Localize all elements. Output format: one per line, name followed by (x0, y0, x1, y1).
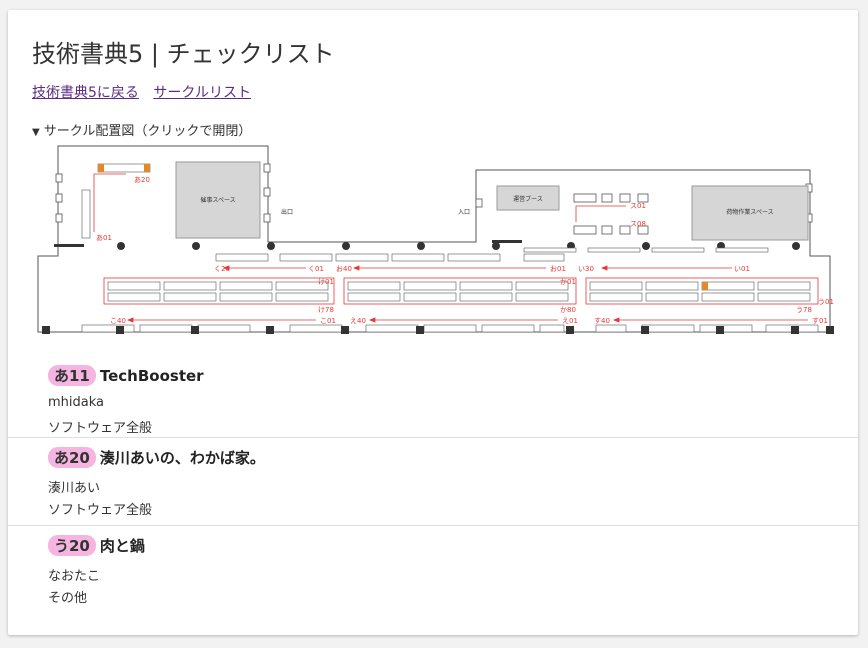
map-label-e40: え40 (350, 317, 366, 325)
circle-author: 湊川あい (48, 481, 101, 496)
space-badge: う20 (48, 535, 96, 556)
circle-author: なおたこ (48, 569, 101, 584)
circle-genre: ソフトウェア全般 (48, 421, 153, 436)
map-toggle[interactable]: ▼ サークル配置図（クリックで開閉） (32, 120, 251, 139)
map-label-i30: い30 (578, 265, 594, 273)
stage-label: 催事スペース (200, 196, 235, 204)
map-label-a20: あ20 (134, 176, 150, 184)
checklist-card: 技術書典5 | チェックリスト 技術書典5に戻る サークルリスト ▼ サークル配置… (8, 10, 858, 635)
map-label-o01: お01 (550, 265, 566, 273)
map-label-o40: お40 (336, 265, 352, 273)
map-label-ku20: く20 (214, 265, 230, 273)
circle-name: 湊川あいの、わかば家。 (99, 449, 265, 467)
sponsor-booth-label: 運営ブース (513, 195, 543, 203)
map-label-su01b: ス01 (630, 202, 646, 210)
map-label-ke78: け78 (318, 306, 334, 314)
circle-genre: その他 (48, 591, 88, 606)
circle-entry[interactable]: あ20 湊川あいの、わかば家。 湊川あい ソフトウェア全般 (8, 437, 858, 526)
circle-list-link[interactable]: サークルリスト (153, 85, 251, 101)
map-label-su08: ス08 (630, 220, 646, 228)
map-label-e01: え01 (562, 317, 578, 325)
map-label-ka80: か80 (560, 306, 576, 314)
space-badge: あ11 (48, 365, 96, 386)
map-label-su40: す40 (594, 317, 610, 325)
circle-entry[interactable]: う20 肉と鍋 なおたこ その他 (8, 525, 858, 615)
back-to-event-link[interactable]: 技術書典5に戻る (32, 85, 139, 101)
map-label-u78: う78 (796, 306, 812, 314)
map-label-ko01: こ01 (320, 317, 336, 325)
floor-map[interactable]: 催事スペース 出口 入口 運営ブース 荷物作業スペース あ20 あ01 ス01 … (36, 144, 838, 334)
map-label-i01: い01 (734, 265, 750, 273)
triangle-down-icon: ▼ (32, 127, 40, 138)
map-label-ku01: く01 (308, 265, 324, 273)
circle-author: mhidaka (48, 395, 104, 410)
cargo-space-label: 荷物作業スペース (726, 208, 773, 216)
circle-name: 肉と鍋 (99, 537, 145, 555)
map-label-a01: あ01 (96, 234, 112, 242)
map-label-ke01: け01 (318, 278, 334, 286)
map-label-ko40: こ40 (110, 317, 126, 325)
space-badge: あ20 (48, 447, 96, 468)
map-toggle-label: サークル配置図（クリックで開閉） (43, 124, 252, 139)
page-title: 技術書典5 | チェックリスト (32, 40, 335, 68)
circle-heading: あ20 湊川あいの、わかば家。 (48, 447, 265, 468)
circle-entry[interactable]: あ11 TechBooster mhidaka ソフトウェア全般 (8, 355, 858, 438)
circle-heading: う20 肉と鍋 (48, 535, 145, 556)
circle-name: TechBooster (99, 367, 204, 385)
map-label-su01: す01 (812, 317, 828, 325)
map-label-ka01: か01 (560, 278, 576, 286)
exit-label: 出口 (281, 208, 293, 216)
circle-heading: あ11 TechBooster (48, 365, 204, 386)
map-label-u01: う01 (818, 298, 834, 306)
circle-genre: ソフトウェア全般 (48, 503, 153, 518)
entrance-label: 入口 (458, 209, 470, 216)
nav-links: 技術書典5に戻る サークルリスト (32, 82, 261, 102)
